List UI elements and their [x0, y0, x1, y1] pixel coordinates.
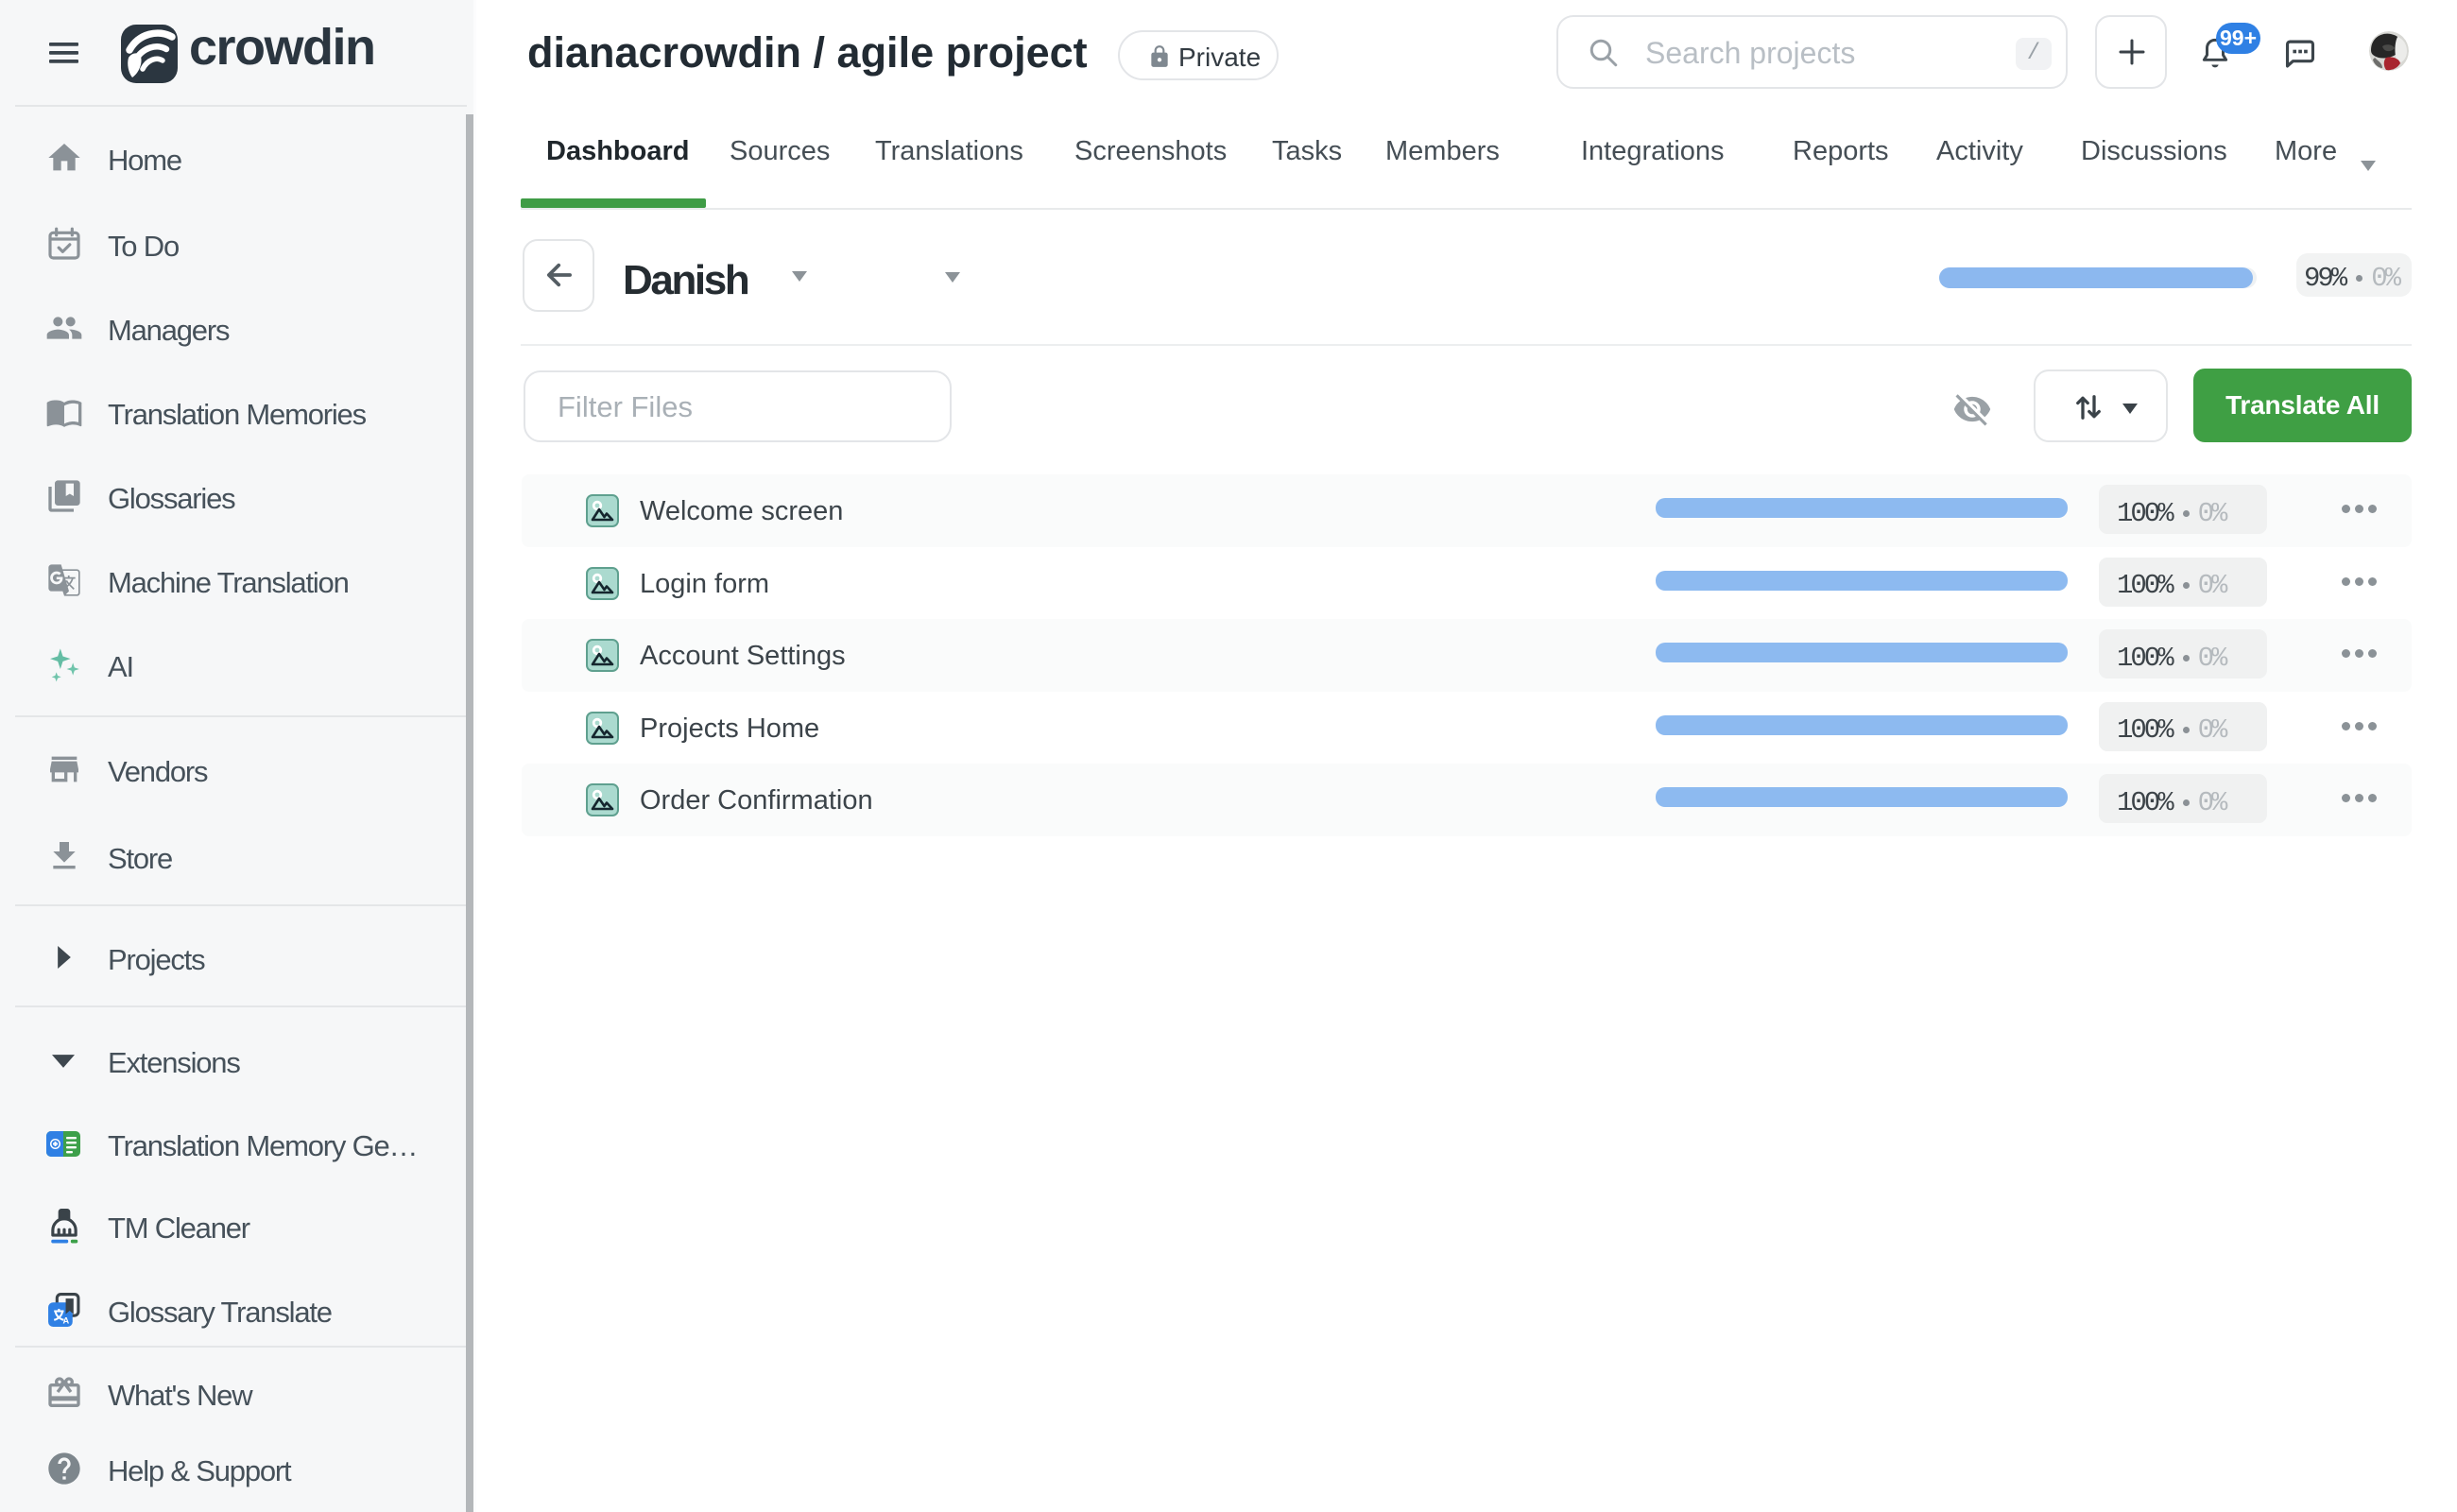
- svg-text:A: A: [62, 1315, 69, 1325]
